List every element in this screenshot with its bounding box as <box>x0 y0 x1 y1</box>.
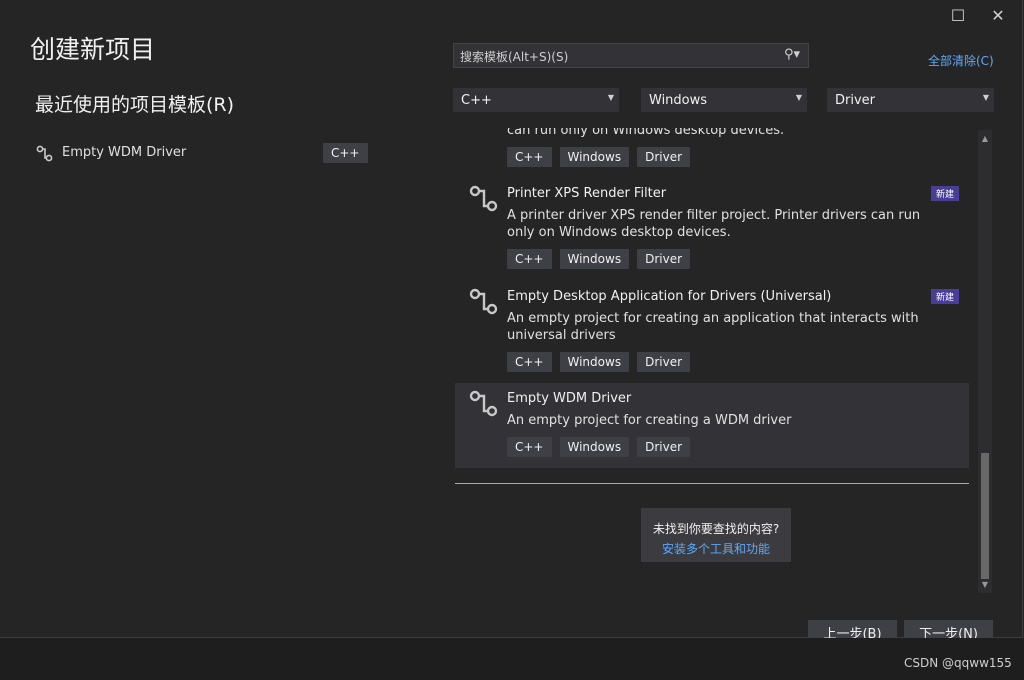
template-list: can run only on Windows desktop devices.… <box>455 128 969 473</box>
page-title: 创建新项目 <box>30 35 156 64</box>
template-description: A printer driver XPS render filter proje… <box>507 208 921 240</box>
project-type-filter-value: Driver <box>835 93 876 108</box>
template-description: An empty project for creating an applica… <box>507 311 919 343</box>
list-divider <box>455 483 969 484</box>
clear-all-link[interactable]: 全部清除(C) <box>928 52 994 69</box>
create-project-dialog: ☐ ✕ 创建新项目 最近使用的项目模板(R) Empty WDM Driver … <box>0 0 1023 650</box>
template-name: Empty Desktop Application for Drivers (U… <box>507 289 832 304</box>
tag-platform: Windows <box>559 147 630 167</box>
driver-template-icon <box>36 145 53 162</box>
tag-platform: Windows <box>559 437 630 457</box>
install-tools-link[interactable]: 安装多个工具和功能 <box>641 540 791 557</box>
template-tags: C++ Windows Driver <box>507 147 698 167</box>
new-badge: 新建 <box>930 186 959 201</box>
driver-template-icon <box>469 185 498 212</box>
scroll-up-arrow-icon[interactable]: ▲ <box>978 134 992 143</box>
tag-language: C++ <box>507 352 552 372</box>
new-badge: 新建 <box>930 289 959 304</box>
watermark: CSDN @qqww155 <box>904 656 1012 670</box>
template-item[interactable]: Empty Desktop Application for Drivers (U… <box>455 281 969 381</box>
tag-platform: Windows <box>559 249 630 269</box>
background-strip <box>0 638 1024 680</box>
project-type-filter-dropdown[interactable]: Driver ▼ <box>827 88 994 112</box>
tag-language: C++ <box>507 437 552 457</box>
template-tags: C++ Windows Driver <box>507 437 698 457</box>
template-name: Printer XPS Render Filter <box>507 186 667 201</box>
recent-template-item[interactable]: Empty WDM Driver C++ <box>36 140 368 166</box>
chevron-down-icon: ▼ <box>607 93 614 102</box>
recent-template-language-tag: C++ <box>323 143 368 163</box>
driver-template-icon <box>469 390 498 417</box>
maximize-icon[interactable]: ☐ <box>948 6 968 26</box>
template-tags: C++ Windows Driver <box>507 352 698 372</box>
tag-project-type: Driver <box>637 147 691 167</box>
tag-project-type: Driver <box>637 249 691 269</box>
close-icon[interactable]: ✕ <box>988 6 1008 26</box>
template-tags: C++ Windows Driver <box>507 249 698 269</box>
scrollbar-thumb[interactable] <box>981 453 989 579</box>
language-filter-dropdown[interactable]: C++ ▼ <box>453 88 619 112</box>
driver-template-icon <box>469 288 498 315</box>
recent-templates-heading: 最近使用的项目模板(R) <box>35 94 235 116</box>
tag-language: C++ <box>507 147 552 167</box>
tag-language: C++ <box>507 249 552 269</box>
not-found-question: 未找到你要查找的内容? <box>652 522 780 536</box>
search-placeholder: 搜索模板(Alt+S)(S) <box>460 50 569 64</box>
template-item[interactable]: can run only on Windows desktop devices.… <box>455 128 969 172</box>
scroll-down-arrow-icon[interactable]: ▼ <box>978 580 992 589</box>
tag-project-type: Driver <box>637 352 691 372</box>
template-description: An empty project for creating a WDM driv… <box>507 413 792 428</box>
template-item[interactable]: Printer XPS Render Filter A printer driv… <box>455 178 969 278</box>
template-item-selected[interactable]: Empty WDM Driver An empty project for cr… <box>455 383 969 468</box>
tag-project-type: Driver <box>637 437 691 457</box>
platform-filter-dropdown[interactable]: Windows ▼ <box>641 88 807 112</box>
search-input[interactable]: 搜索模板(Alt+S)(S) ⚲▾ <box>453 43 809 68</box>
tag-platform: Windows <box>559 352 630 372</box>
recent-template-name: Empty WDM Driver <box>62 145 187 160</box>
chevron-down-icon: ▼ <box>982 93 989 102</box>
template-list-scrollbar[interactable]: ▲ ▼ <box>978 130 992 593</box>
not-found-box: 未找到你要查找的内容? 安装多个工具和功能 <box>641 508 791 562</box>
language-filter-value: C++ <box>461 93 492 108</box>
template-name: Empty WDM Driver <box>507 391 632 406</box>
template-description: can run only on Windows desktop devices. <box>507 128 785 138</box>
chevron-down-icon: ▼ <box>795 93 802 102</box>
platform-filter-value: Windows <box>649 93 708 108</box>
search-icon[interactable]: ⚲▾ <box>784 47 800 62</box>
